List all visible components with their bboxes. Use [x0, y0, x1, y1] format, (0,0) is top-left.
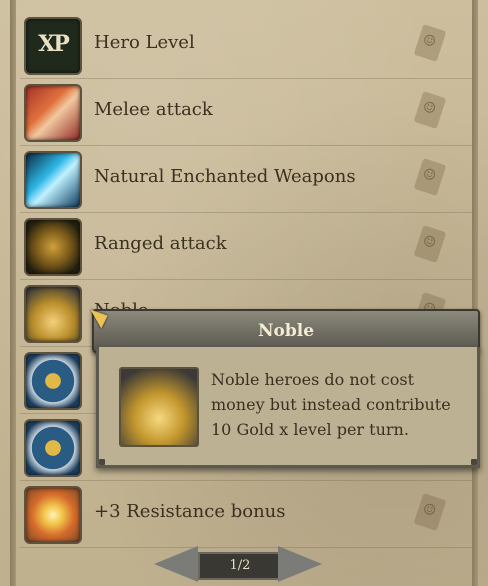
card-icon: [413, 225, 447, 263]
ability-row-resistance-bonus[interactable]: +3 Resistance bonus: [20, 481, 472, 548]
card-icon: [413, 91, 447, 129]
tooltip-body: Noble heroes do not cost money but inste…: [96, 347, 480, 468]
ability-label: Ranged attack: [94, 233, 227, 254]
shield-icon: [24, 352, 82, 410]
hero-level-icon: XP: [24, 17, 82, 75]
tooltip-description: Noble heroes do not cost money but inste…: [211, 370, 451, 439]
corner-ornament: [99, 459, 105, 465]
abilities-panel: XP Hero Level Melee attack Natural Encha…: [0, 0, 488, 586]
ability-row-ranged-attack[interactable]: Ranged attack: [20, 213, 472, 280]
ability-row-hero-level[interactable]: XP Hero Level: [20, 12, 472, 79]
tooltip-title: Noble: [257, 321, 315, 341]
ability-row-melee-attack[interactable]: Melee attack: [20, 79, 472, 146]
ability-label: Melee attack: [94, 99, 213, 120]
ability-label: +3 Resistance bonus: [94, 501, 286, 522]
ranged-attack-icon: [24, 218, 82, 276]
pager: 1/2: [154, 546, 322, 582]
next-page-button[interactable]: [278, 546, 322, 582]
panel-frame-left: [10, 0, 16, 586]
page-indicator: 1/2: [198, 552, 282, 580]
ability-label: Natural Enchanted Weapons: [94, 166, 356, 187]
prev-page-button[interactable]: [154, 546, 198, 582]
corner-ornament: [471, 459, 477, 465]
card-icon: [413, 24, 447, 62]
card-icon: [413, 158, 447, 196]
resistance-bonus-icon: [24, 486, 82, 544]
gold-coins-icon: [119, 367, 199, 447]
melee-attack-icon: [24, 84, 82, 142]
noble-icon: [24, 285, 82, 343]
card-icon: [413, 493, 447, 531]
shield-icon: [24, 419, 82, 477]
natural-enchanted-weapons-icon: [24, 151, 82, 209]
panel-frame-right: [472, 0, 478, 586]
ability-row-natural-enchanted-weapons[interactable]: Natural Enchanted Weapons: [20, 146, 472, 213]
ability-label: Hero Level: [94, 32, 195, 53]
